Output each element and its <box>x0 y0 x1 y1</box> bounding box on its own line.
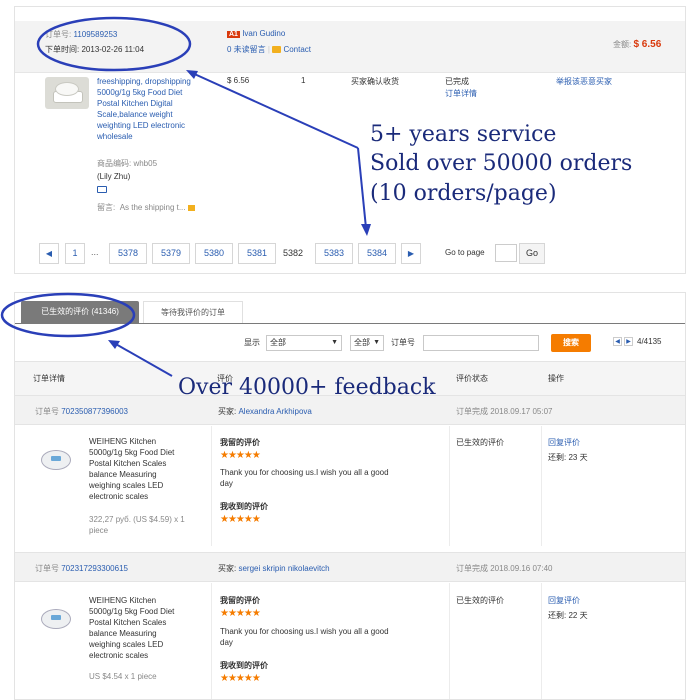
annotation-overlay <box>0 16 371 377</box>
highlight-ellipse-feedback-tab <box>0 292 136 338</box>
arrowhead-icon <box>361 224 371 236</box>
arrowhead-icon <box>186 70 198 79</box>
arrow-to-pager <box>357 147 367 229</box>
highlight-ellipse-order-info <box>36 16 192 72</box>
annotation-orders-per-page: (10 orders/page) <box>370 181 557 206</box>
annotation-feedback-count: Over 40000+ feedback <box>178 375 436 400</box>
annotation-years-service: 5+ years service <box>370 122 557 147</box>
arrow-to-feedback-tab <box>113 342 173 377</box>
arrow-to-order-info <box>189 71 359 149</box>
annotation-orders-sold: Sold over 50000 orders <box>370 151 633 176</box>
